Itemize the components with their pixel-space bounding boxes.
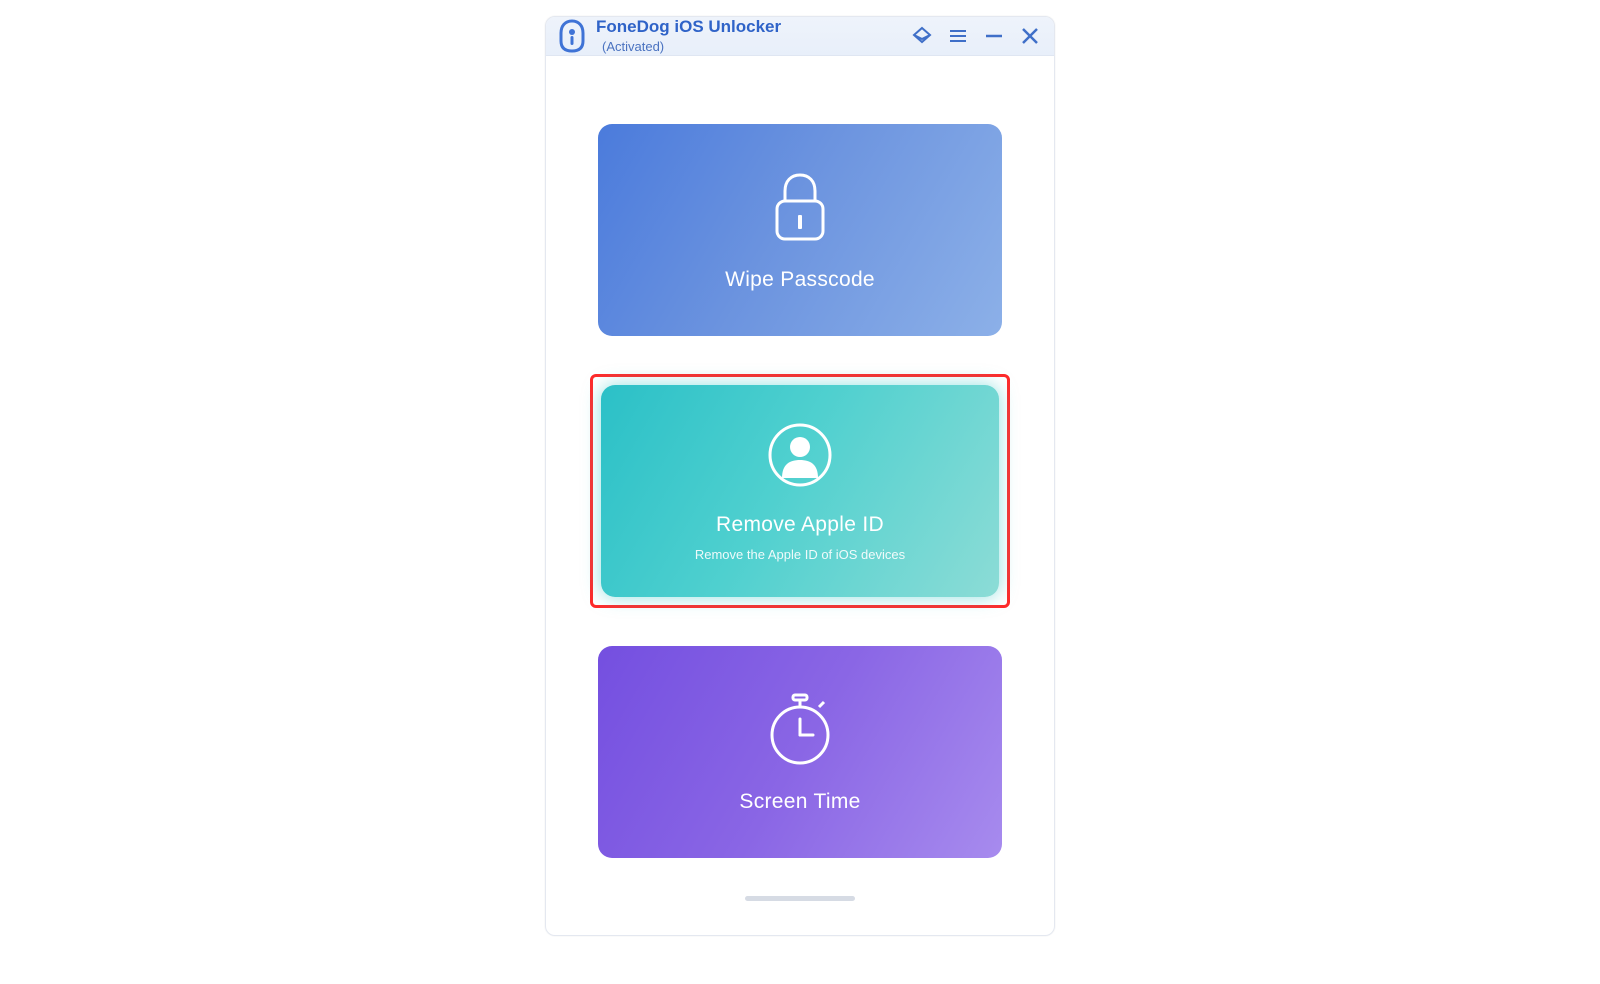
drag-handle[interactable]: [745, 896, 855, 901]
remove-apple-id-subtitle: Remove the Apple ID of iOS devices: [695, 547, 905, 562]
menu-icon[interactable]: [946, 24, 970, 48]
card-wrap-wipe: Wipe Passcode: [590, 116, 1010, 344]
wipe-passcode-card[interactable]: Wipe Passcode: [598, 124, 1002, 336]
activation-status: (Activated): [602, 39, 781, 55]
stopwatch-icon: [765, 691, 835, 772]
screen-time-card[interactable]: Screen Time: [598, 646, 1002, 858]
remove-apple-id-title: Remove Apple ID: [716, 513, 884, 537]
close-button[interactable]: [1018, 24, 1042, 48]
feedback-icon[interactable]: [910, 24, 934, 48]
screen-time-title: Screen Time: [739, 790, 860, 814]
app-logo-icon: [558, 17, 586, 55]
window-controls: [910, 24, 1042, 48]
lock-icon: [765, 169, 835, 250]
bottom-area: [745, 896, 855, 917]
app-window: FoneDog iOS Unlocker (Activated): [545, 16, 1055, 936]
main-content: Wipe Passcode Remove Apple ID Remove the…: [546, 56, 1054, 936]
user-icon: [765, 420, 835, 495]
minimize-button[interactable]: [982, 24, 1006, 48]
remove-apple-id-card[interactable]: Remove Apple ID Remove the Apple ID of i…: [601, 385, 999, 597]
title-block: FoneDog iOS Unlocker (Activated): [596, 17, 781, 55]
card-wrap-screen-time: Screen Time: [590, 638, 1010, 866]
title-bar: FoneDog iOS Unlocker (Activated): [546, 17, 1054, 56]
card-wrap-apple-id-highlight: Remove Apple ID Remove the Apple ID of i…: [590, 374, 1010, 608]
wipe-passcode-title: Wipe Passcode: [725, 268, 875, 292]
app-title: FoneDog iOS Unlocker: [596, 17, 781, 37]
